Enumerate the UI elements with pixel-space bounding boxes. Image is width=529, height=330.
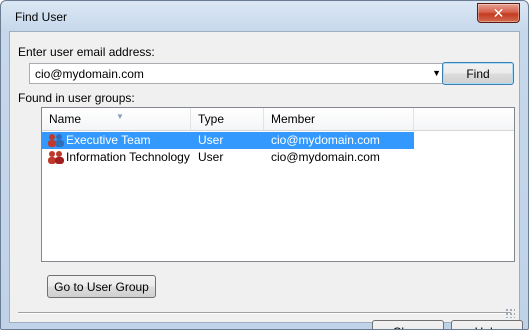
find-user-dialog: Find User ✕ Enter user email address: ci… <box>0 0 529 330</box>
window-close-button[interactable]: ✕ <box>477 3 520 23</box>
close-button[interactable]: Close <box>372 320 444 329</box>
table-row[interactable]: Information Technology User cio@mydomain… <box>42 149 414 166</box>
column-header-type[interactable]: Type <box>191 108 264 130</box>
separator <box>18 312 511 314</box>
column-type-label: Type <box>198 112 225 126</box>
close-icon: ✕ <box>492 4 505 21</box>
column-name-label: Name <box>49 112 82 126</box>
row-name: Information Technology <box>66 150 190 164</box>
column-header-name[interactable]: Name ▼ <box>42 108 191 130</box>
email-label: Enter user email address: <box>18 45 155 59</box>
groups-label: Found in user groups: <box>18 91 135 105</box>
user-group-icon <box>48 151 64 164</box>
go-to-user-group-button[interactable]: Go to User Group <box>47 275 156 298</box>
column-header-member[interactable]: Member <box>264 108 414 130</box>
user-groups-list[interactable]: Name ▼ Type Member Executive Team User c… <box>41 107 515 262</box>
column-member-label: Member <box>271 112 316 126</box>
list-header: Name ▼ Type Member <box>42 108 514 131</box>
window-title: Find User <box>15 10 68 24</box>
row-type: User <box>198 150 224 164</box>
chevron-down-icon[interactable]: ▼ <box>432 68 441 78</box>
email-value[interactable]: cio@mydomain.com <box>35 67 144 81</box>
resize-grip-icon[interactable] <box>505 308 515 318</box>
row-type: User <box>198 133 224 147</box>
email-combobox[interactable]: cio@mydomain.com ▼ <box>29 63 446 84</box>
row-member: cio@mydomain.com <box>271 150 380 164</box>
find-button[interactable]: Find <box>442 62 514 85</box>
dialog-body: Enter user email address: cio@mydomain.c… <box>9 31 523 329</box>
user-group-icon <box>48 134 64 147</box>
title-bar[interactable]: Find User ✕ <box>1 1 528 31</box>
row-name: Executive Team <box>66 133 151 147</box>
row-member: cio@mydomain.com <box>271 133 380 147</box>
table-row[interactable]: Executive Team User cio@mydomain.com <box>42 132 414 149</box>
help-button[interactable]: Help <box>451 320 523 329</box>
sort-indicator-icon: ▼ <box>116 112 124 121</box>
